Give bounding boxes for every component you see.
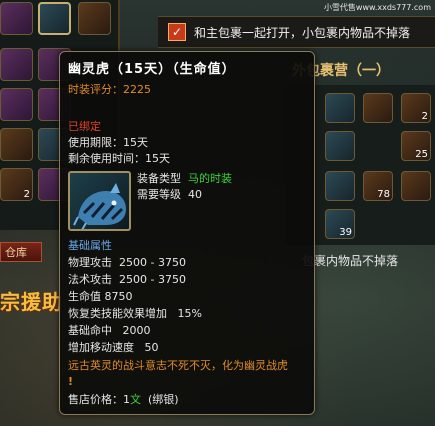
stat-value: 15% [177,307,202,320]
open-with-main-bag-label: 和主包裹一起打开，小包裹内物品不掉落 [194,26,411,40]
duration-label: 使用期限： [68,136,123,149]
bag-slot[interactable]: 2 [401,93,431,123]
item-tooltip: 幽灵虎（15天）（生命值） 时装评分：2225 已绑定 使用期限：15天 剩余使… [59,51,315,415]
bag-slot[interactable]: 25 [401,131,431,161]
inventory-slot[interactable] [0,88,33,121]
fashion-score-value: 2225 [123,83,151,96]
stat-label: 增加移动速度 [68,341,134,354]
bag-slot[interactable] [401,171,431,201]
bag-slot[interactable]: 78 [363,171,393,201]
item-title: 幽灵虎（15天）（生命值） [68,62,236,77]
bag-slot[interactable] [325,171,355,201]
slot-count: 78 [377,189,390,200]
slot-count: 25 [415,149,428,160]
inventory-slot[interactable] [38,2,71,35]
basic-attributes-heading: 基础属性 [68,239,112,252]
stat-accuracy: 基础命中 2000 [68,323,151,339]
stat-hp: 生命值 8750 [68,289,133,305]
stat-value: 2500 - 3750 [119,273,186,286]
bound-status: 已绑定 [68,120,101,133]
inventory-slot[interactable] [0,128,33,161]
sell-price-value: 1 [123,393,130,406]
help-banner-text: 宗援助 [0,290,63,314]
exclamation-mark: ! [68,375,74,388]
bag-option-bar: ✓ 和主包裹一起打开，小包裹内物品不掉落 [158,16,435,48]
remaining-label: 剩余使用时间： [68,152,145,165]
stat-value: 50 [144,341,159,354]
bag-slot[interactable] [363,93,393,123]
slot-count: 2 [23,189,30,200]
stat-label: 法术攻击 [68,273,112,286]
watermark: 小雪代售www.xxds777.com [323,3,431,12]
remaining-line: 剩余使用时间：15天 [68,151,170,167]
stat-magic-attack: 法术攻击 2500 - 3750 [68,272,186,288]
fashion-score-label: 时装评分： [68,83,123,96]
stat-label: 恢复类技能效果增加 [68,307,167,320]
duration-line: 使用期限：15天 [68,135,148,151]
sell-price-line: 售店价格：1文 (绑银) [68,392,179,408]
flavor-text: 远古英灵的战斗意志不死不灭，化为幽灵战虎 [68,359,288,372]
open-with-main-bag-checkbox[interactable]: ✓ [168,23,186,41]
slot-count: 2 [421,111,428,122]
inventory-slot[interactable] [78,2,111,35]
tiger-mount-icon [68,171,131,231]
duration-value: 15天 [123,136,148,149]
stat-label: 基础命中 [68,324,112,337]
inventory-slot[interactable]: 2 [0,168,33,201]
stat-value: 8750 [104,290,133,303]
stat-heal-bonus: 恢复类技能效果增加 15% [68,306,202,322]
inventory-slot[interactable] [0,48,33,81]
level-label: 需要等级 [137,188,181,201]
bag-slot[interactable] [325,131,355,161]
sell-price-label: 售店价格： [68,393,123,406]
remaining-value: 15天 [145,152,170,165]
slot-count: 39 [339,227,352,238]
equip-type-line: 装备类型 马的时装 [137,171,232,187]
fashion-score: 时装评分：2225 [68,82,151,98]
bottom-bag-note: 包裹内物品不掉落 [302,254,399,268]
stat-physical-attack: 物理攻击 2500 - 3750 [68,255,186,271]
level-value: 40 [188,188,202,201]
stat-value: 2000 [122,324,151,337]
sell-price-unit: 文 [130,393,141,406]
equip-type-value: 马的时装 [188,172,232,185]
bag-slot[interactable]: 39 [325,209,355,239]
equip-type-label: 装备类型 [137,172,181,185]
level-line: 需要等级 40 [137,187,202,203]
stat-label: 物理攻击 [68,256,112,269]
sell-price-note: (绑银) [148,393,179,406]
bag-slot[interactable] [325,93,355,123]
stat-value: 2500 - 3750 [119,256,186,269]
stat-label: 生命值 [68,290,101,303]
inventory-slot[interactable] [0,2,33,35]
stat-move-speed: 增加移动速度 50 [68,340,159,356]
warehouse-button[interactable]: 仓库 [0,242,42,262]
